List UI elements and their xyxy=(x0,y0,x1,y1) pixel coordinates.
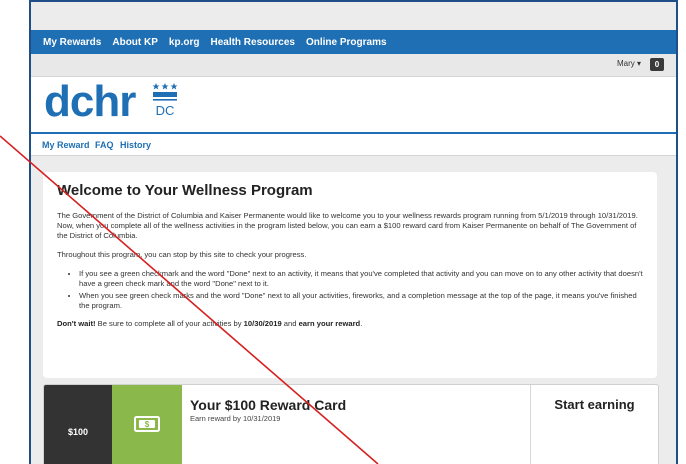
reward-title: Your $100 Reward Card xyxy=(190,397,347,413)
intro-paragraph: The Government of the District of Columb… xyxy=(57,211,638,240)
instruction-item: If you see a green checkmark and the wor… xyxy=(79,269,643,289)
welcome-card: Welcome to Your Wellness Program The Gov… xyxy=(43,172,657,378)
top-navigation: My Rewards About KP kp.org Health Resour… xyxy=(31,30,676,54)
reward-deadline: Earn reward by 10/31/2019 xyxy=(190,414,281,423)
progress-paragraph: Throughout this program, you can stop by… xyxy=(57,250,307,259)
tab-my-reward[interactable]: My Reward xyxy=(42,140,90,150)
tab-bar: My Reward FAQ History xyxy=(31,132,676,156)
svg-text:$: $ xyxy=(145,420,150,429)
tab-history[interactable]: History xyxy=(120,140,151,150)
reward-icon-box: $ xyxy=(112,385,182,464)
we-are-dc-logo-icon: DC xyxy=(152,83,178,122)
nav-kp-org[interactable]: kp.org xyxy=(169,37,200,48)
instructions-list: If you see a green checkmark and the wor… xyxy=(57,269,643,311)
tab-faq[interactable]: FAQ xyxy=(95,140,114,150)
reward-card[interactable]: $100 $ Your $100 Reward Card Earn reward… xyxy=(43,384,659,464)
deadline-lead: Don't wait! xyxy=(57,319,96,328)
dollar-bill-icon: $ xyxy=(134,415,160,437)
nav-about-kp[interactable]: About KP xyxy=(112,37,158,48)
start-earning-label: Start earning xyxy=(554,397,635,412)
deadline-date: 10/30/2019 xyxy=(243,319,282,328)
user-menu[interactable]: Mary ▾ xyxy=(617,59,641,68)
instruction-item: When you see green check marks and the w… xyxy=(79,291,643,311)
main-content: Welcome to Your Wellness Program The Gov… xyxy=(43,172,659,464)
dchr-logo[interactable]: dchr xyxy=(44,77,136,127)
page-title: Welcome to Your Wellness Program xyxy=(57,182,313,199)
deadline-paragraph: Don't wait! Be sure to complete all of y… xyxy=(57,319,643,329)
deadline-text: Be sure to complete all of your activiti… xyxy=(95,319,244,328)
deadline-and: and xyxy=(281,319,299,328)
browser-frame: My Rewards About KP kp.org Health Resour… xyxy=(29,0,678,464)
nav-health-resources[interactable]: Health Resources xyxy=(210,37,294,48)
nav-online-programs[interactable]: Online Programs xyxy=(306,37,387,48)
svg-text:DC: DC xyxy=(156,103,175,117)
logo-area: dchr DC xyxy=(31,77,676,132)
notification-badge[interactable]: 0 xyxy=(650,58,664,71)
reward-amount: $100 xyxy=(44,385,112,464)
user-bar: Mary ▾ 0 xyxy=(31,54,676,77)
deadline-earn: earn your reward xyxy=(298,319,361,328)
start-earning-button[interactable]: Start earning xyxy=(530,385,658,464)
deadline-period: . xyxy=(360,319,363,328)
nav-my-rewards[interactable]: My Rewards xyxy=(43,37,101,48)
